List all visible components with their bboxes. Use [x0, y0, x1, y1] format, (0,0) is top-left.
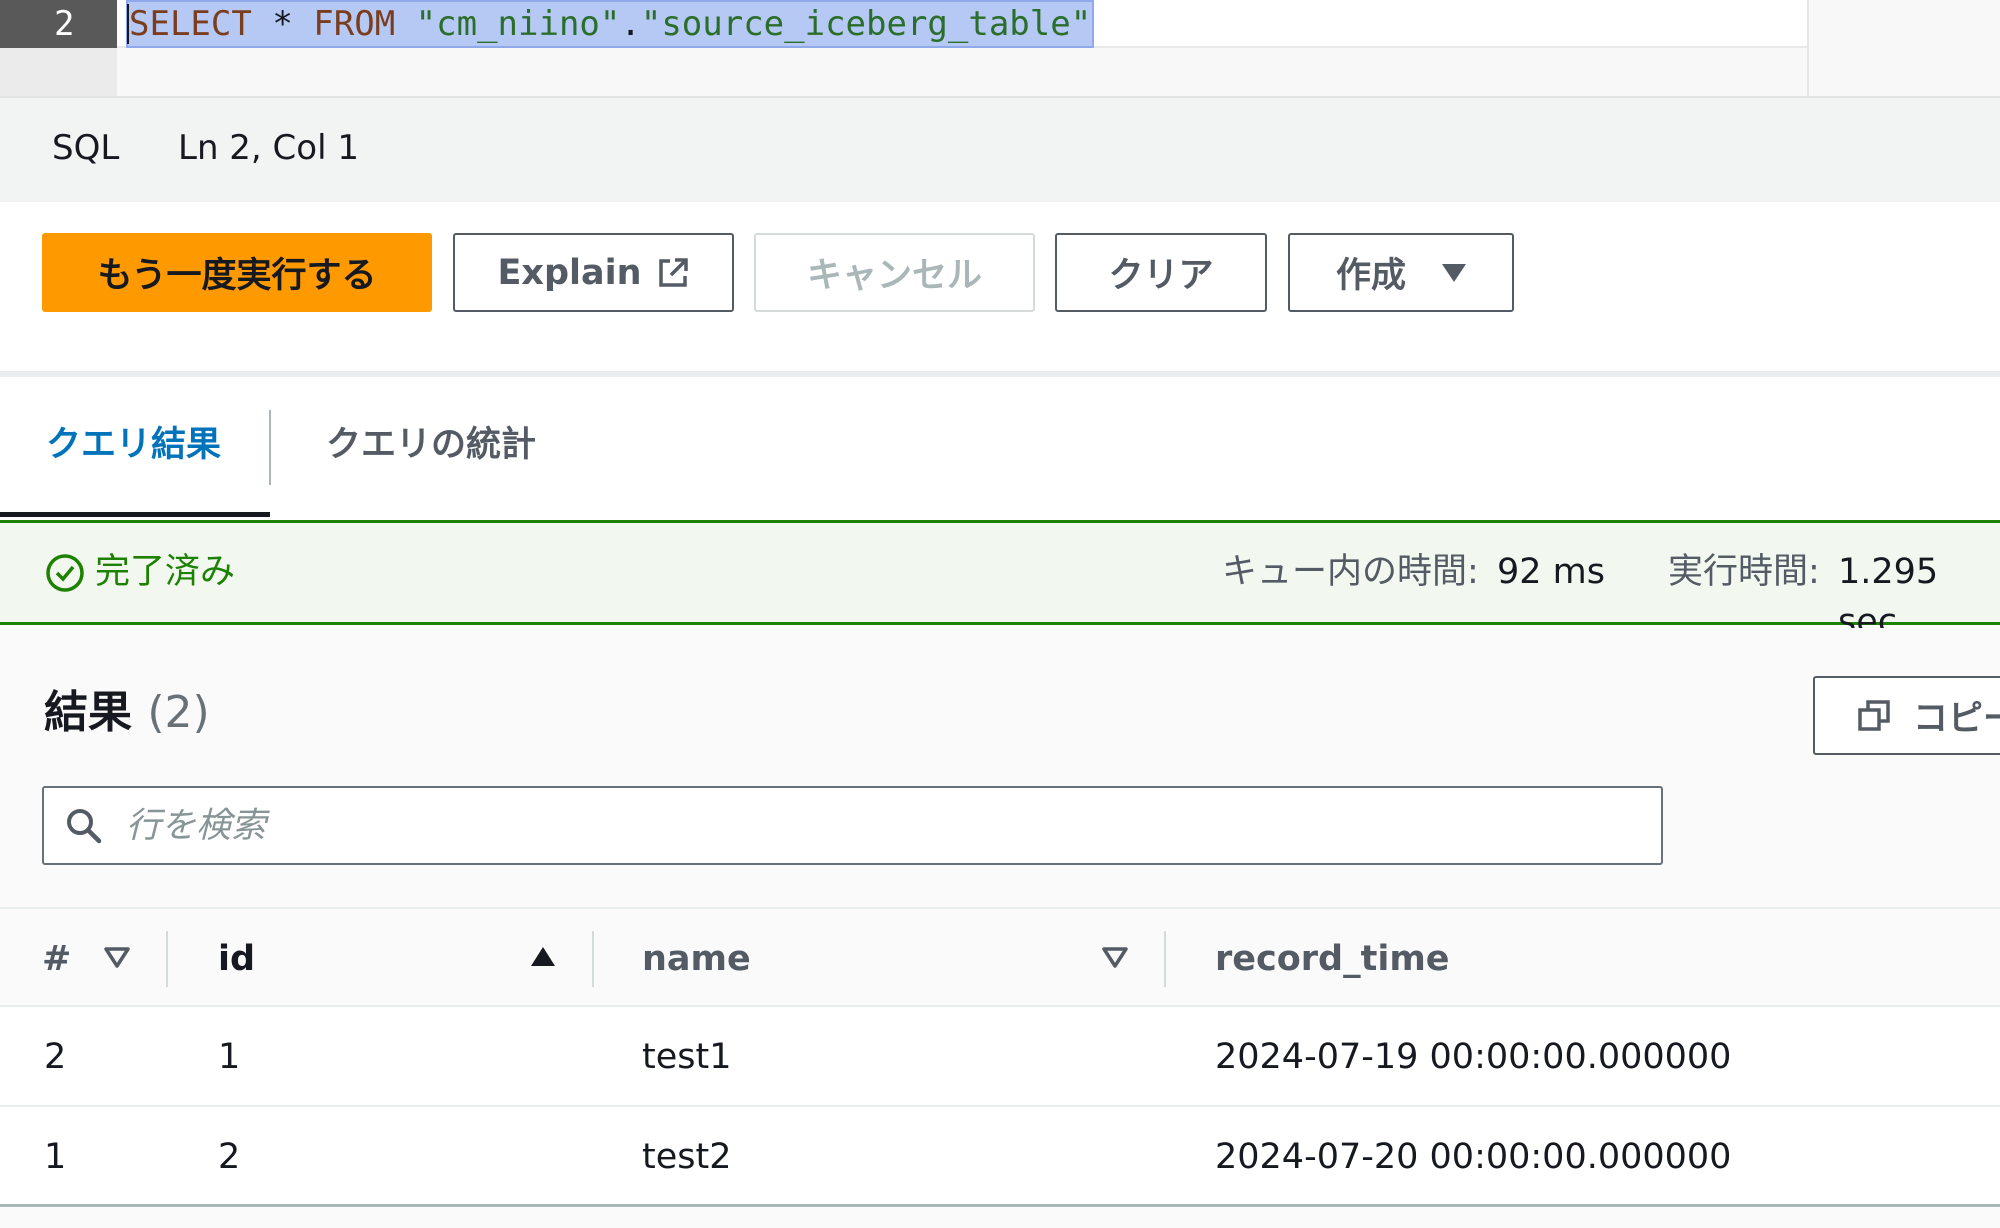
- results-count: (2): [147, 687, 210, 738]
- clear-label: クリア: [1108, 256, 1214, 296]
- column-resizer[interactable]: [1164, 931, 1166, 987]
- run-again-button[interactable]: もう一度実行する: [42, 233, 432, 312]
- query-text[interactable]: SELECT * FROM "cm_niino"."source_iceberg…: [125, 0, 1095, 48]
- sort-descending-icon[interactable]: [102, 942, 132, 972]
- language-indicator: SQL: [52, 128, 120, 168]
- cell-name: test1: [642, 1037, 732, 1077]
- queue-time-label: キュー内の時間:: [1222, 552, 1479, 592]
- tab-query-stats[interactable]: クエリの統計: [326, 420, 536, 470]
- table-row: 1 2 test2 2024-07-20 00:00:00.000000: [0, 1107, 2000, 1207]
- cell-record-time: 2024-07-20 00:00:00.000000: [1215, 1137, 1732, 1177]
- search-icon: [67, 809, 102, 844]
- run-again-label: もう一度実行する: [97, 256, 377, 296]
- cancel-label: キャンセル: [806, 256, 982, 296]
- column-header-record-time[interactable]: record_time: [1215, 936, 1450, 982]
- column-header-id[interactable]: id: [218, 936, 255, 982]
- keyword-select: SELECT: [129, 4, 252, 44]
- query-star: *: [272, 4, 293, 44]
- editor-status-bar: SQL Ln 2, Col 1: [0, 96, 2000, 202]
- row-search-input[interactable]: [126, 802, 1626, 850]
- queue-time-value: 92 ms: [1497, 552, 1605, 592]
- table-row: 2 1 test1 2024-07-19 00:00:00.000000: [0, 1007, 2000, 1107]
- cancel-button[interactable]: キャンセル: [754, 233, 1035, 312]
- tab-query-results[interactable]: クエリ結果: [46, 420, 221, 470]
- run-time-label: 実行時間:: [1668, 552, 1820, 592]
- query-table: "source_iceberg_table": [640, 4, 1092, 44]
- cell-row-number: 2: [44, 1037, 67, 1077]
- copy-icon: [1858, 699, 1890, 731]
- query-dot: .: [620, 4, 641, 44]
- row-search-box[interactable]: [42, 786, 1663, 865]
- external-link-icon: [658, 257, 688, 287]
- active-tab-indicator: [0, 512, 270, 517]
- results-heading: 結果 (2): [44, 685, 210, 741]
- explain-button[interactable]: Explain: [453, 233, 734, 312]
- cell-row-number: 1: [44, 1137, 67, 1177]
- sql-editor[interactable]: 2 SELECT * FROM "cm_niino"."source_icebe…: [0, 0, 2000, 96]
- cell-id: 1: [218, 1037, 241, 1077]
- create-label: 作成: [1335, 256, 1406, 296]
- text-cursor: [127, 4, 129, 44]
- section-divider: [0, 371, 2000, 377]
- check-circle-icon: [46, 554, 84, 592]
- tab-separator: [269, 410, 271, 485]
- keyword-from: FROM: [313, 4, 396, 44]
- execution-status-banner: 完了済み キュー内の時間: 92 ms 実行時間: 1.295 sec: [0, 520, 2000, 642]
- explain-label: Explain: [497, 252, 642, 293]
- cursor-position: Ln 2, Col 1: [178, 128, 359, 168]
- cell-record-time: 2024-07-19 00:00:00.000000: [1215, 1037, 1732, 1077]
- sort-ascending-icon[interactable]: [528, 942, 558, 972]
- results-title: 結果: [44, 687, 132, 738]
- copy-label: コピー: [1913, 699, 2000, 739]
- editor-gutter: 2: [0, 0, 117, 96]
- query-schema: "cm_niino": [415, 4, 621, 44]
- column-resizer[interactable]: [166, 931, 168, 987]
- clear-button[interactable]: クリア: [1055, 233, 1267, 312]
- create-dropdown-button[interactable]: 作成: [1288, 233, 1514, 312]
- results-table-header: # id name record_time: [0, 907, 2000, 1007]
- column-resizer[interactable]: [592, 931, 594, 987]
- column-header-name[interactable]: name: [642, 936, 751, 982]
- cell-name: test2: [642, 1137, 732, 1177]
- completion-status: 完了済み: [95, 552, 236, 592]
- column-header-num[interactable]: #: [42, 936, 71, 982]
- cell-id: 2: [218, 1137, 241, 1177]
- sort-descending-icon[interactable]: [1100, 942, 1130, 972]
- line-number: 2: [0, 0, 117, 48]
- caret-down-icon: [1442, 263, 1466, 282]
- copy-button[interactable]: コピー: [1813, 676, 2000, 755]
- print-margin: [1807, 0, 1809, 96]
